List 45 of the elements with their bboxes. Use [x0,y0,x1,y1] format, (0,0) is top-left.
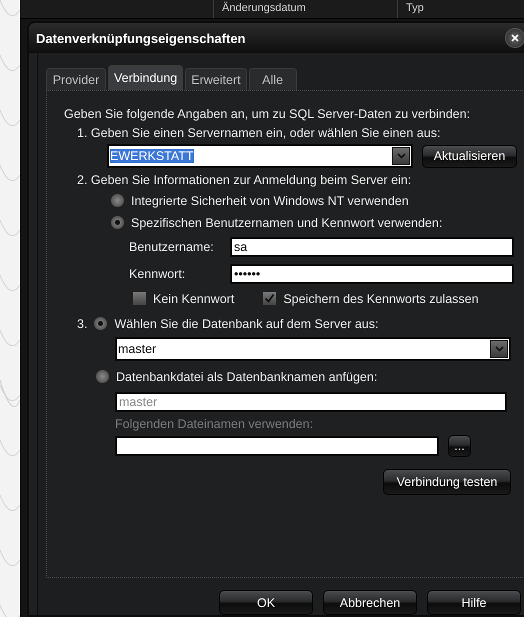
radio-button[interactable] [110,193,125,208]
dialog-button[interactable]: OK [219,590,313,615]
dropdown-button[interactable] [490,340,508,358]
username-field[interactable]: sa [230,237,514,257]
dialog-button[interactable]: Abbrechen [323,590,417,615]
field-label: Benutzername: [129,240,215,254]
refresh-button[interactable]: Aktualisieren [422,144,517,168]
radio-label: Spezifischen Benutzernamen und Kennwort verwenden: [131,216,442,230]
checkbox-label: Kein Kennwort [153,292,234,306]
radio-label: Integrierte Sicherheit von Windows NT verwenden [131,194,409,208]
step-label: 1. Geben Sie einen Servernamen ein, oder wählen Sie einen aus: [77,126,440,140]
checkbox[interactable] [262,291,278,306]
radio-button[interactable] [93,316,108,331]
dropdown-button[interactable] [392,147,410,165]
column-header: Änderungsdatum [222,2,306,14]
instruction-text: Geben Sie folgende Angaben an, um zu SQL Server-Daten zu verbinden: [64,107,472,121]
server-combo-box[interactable]: EWERKSTATT [107,144,413,168]
database-name: master [117,342,158,356]
close-icon [511,34,519,42]
window-title: Datenverknüpfungseigenschaften [36,30,246,46]
tab[interactable]: Erweitert [185,68,247,90]
tab[interactable]: Provider [46,68,106,90]
column-header: Typ [406,2,424,14]
radio-label: Wählen Sie die Datenbank auf dem Server aus: [114,316,378,330]
field-label: Kennwort: [129,267,186,281]
password-field[interactable]: •••••• [230,264,514,284]
database-combo-box[interactable]: master [115,337,511,361]
close-button[interactable] [505,28,524,48]
step-number: 3. [77,316,88,330]
radio-button[interactable] [110,215,125,230]
tab[interactable]: Verbindung [108,65,184,90]
checkbox[interactable] [132,291,147,306]
step-label: 2. Geben Sie Informationen zur Anmeldung beim Server ein: [77,173,412,187]
field-label: Folgenden Dateinamen verwenden: [115,417,314,431]
chevron-down-icon [396,153,406,159]
radio-button[interactable] [95,369,110,384]
browse-button[interactable]: ... [448,435,471,457]
checkbox-label: Speichern des Kennworts zulassen [283,292,479,306]
tab[interactable]: Alle [248,68,297,90]
radio-label: Datenbankdatei als Datenbanknamen anfügen: [116,370,378,384]
file-name-field[interactable] [115,436,439,456]
server-name: EWERKSTATT [110,149,194,163]
chevron-down-icon [494,346,504,352]
test-connection-button[interactable]: Verbindung testen [383,469,511,495]
dialog-button[interactable]: Hilfe [427,590,521,615]
